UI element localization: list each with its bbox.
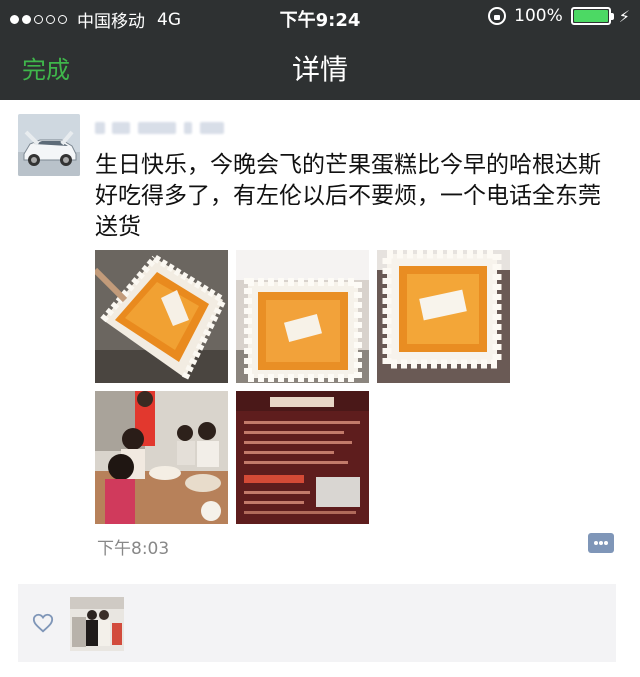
photo-cake-3[interactable]	[377, 250, 510, 383]
page-title: 详情	[291, 53, 348, 86]
charging-icon: ⚡	[618, 6, 630, 26]
comment-button[interactable]	[588, 533, 614, 553]
likes-panel	[18, 584, 616, 662]
nav-bar: 完成 详情	[0, 34, 640, 100]
poster-name-blurred[interactable]	[95, 118, 235, 138]
liker-avatar[interactable]	[70, 597, 124, 651]
photo-grid	[95, 250, 515, 525]
post-timestamp: 下午8:03	[97, 539, 170, 559]
photo-cake-1[interactable]	[95, 250, 228, 383]
header: 中国移动 4G 下午9:24 100% ⚡ 完成 详情	[0, 0, 640, 100]
post-text: 生日快乐，今晚会飞的芒果蛋糕比今早的哈根达斯好吃得多了，有左伦以后不要烦，一个电…	[95, 152, 601, 240]
rotation-lock-icon	[488, 7, 507, 25]
photo-party[interactable]	[95, 391, 228, 524]
photo-cake-2[interactable]	[236, 250, 369, 383]
heart-icon	[32, 613, 54, 633]
battery-icon	[570, 7, 614, 25]
poster-avatar[interactable]	[18, 114, 80, 176]
status-bar: 中国移动 4G 下午9:24 100% ⚡	[0, 0, 640, 34]
battery-percent: 100%	[514, 6, 563, 26]
photo-flyer[interactable]	[236, 391, 369, 524]
